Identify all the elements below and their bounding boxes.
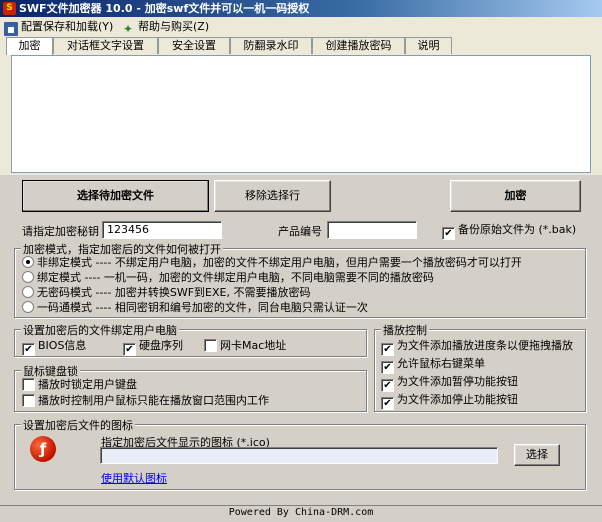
menu-config[interactable]: ▪ 配置保存和加载(Y) [4, 19, 113, 36]
menu-bar: ▪ 配置保存和加载(Y) ✦ 帮助与购买(Z) [0, 17, 602, 36]
mode-option-nopassword[interactable]: 无密码模式 ---- 加密并转换SWF到EXE, 不需要播放密码 [22, 286, 310, 300]
mode-option-unbound[interactable]: 非绑定模式 ---- 不绑定用户电脑，加密的文件不绑定用户电脑，但用户需要一个播… [22, 256, 522, 270]
flash-icon: ƒ [30, 436, 56, 462]
status-bar: Powered By China-DRM.com [0, 505, 602, 522]
checkbox-box: ✔ [442, 227, 455, 240]
play-legend: 播放控制 [381, 322, 429, 338]
tab-security[interactable]: 安全设置 [158, 37, 230, 54]
remove-selected-button[interactable]: 移除选择行 [214, 180, 331, 212]
encrypt-button[interactable]: 加密 [450, 180, 581, 212]
bind-bios-checkbox[interactable]: ✔ BIOS信息 [22, 339, 86, 356]
radio-button [22, 301, 34, 313]
product-label: 产品编号 [278, 225, 322, 238]
bind-mac-checkbox[interactable]: 网卡Mac地址 [204, 339, 286, 353]
window-title: SWF文件加密器 10.0 - 加密swf文件并可以一机一码授权 [19, 2, 310, 15]
bind-disk-checkbox[interactable]: ✔ 硬盘序列 [123, 339, 183, 356]
pause-button-checkbox[interactable]: ✔ 为文件添加暂停功能按钮 [381, 375, 518, 392]
tab-play-password[interactable]: 创建播放密码 [312, 37, 405, 54]
file-list[interactable] [11, 55, 591, 173]
checkbox-box: ✔ [381, 361, 394, 374]
limit-mouse-checkbox[interactable]: 播放时控制用户鼠标只能在播放窗口范围内工作 [22, 394, 269, 408]
tab-dialog-text[interactable]: 对话框文字设置 [53, 37, 158, 54]
tab-watermark[interactable]: 防翻录水印 [230, 37, 312, 54]
key-label: 请指定加密秘钥 [22, 225, 99, 238]
right-click-checkbox[interactable]: ✔ 允许鼠标右键菜单 [381, 357, 485, 374]
key-input[interactable]: 123456 [102, 221, 222, 239]
product-input[interactable] [327, 221, 417, 239]
progress-bar-checkbox[interactable]: ✔ 为文件添加播放进度条以便拖拽播放 [381, 339, 573, 356]
floppy-icon: ▪ [4, 22, 18, 36]
mode-legend: 加密模式，指定加密后的文件如何被打开 [21, 241, 223, 257]
radio-button [22, 286, 34, 298]
bind-legend: 设置加密后的文件绑定用户电脑 [21, 322, 179, 338]
choose-icon-button[interactable]: 选择 [514, 444, 560, 466]
icon-path-input[interactable] [100, 447, 498, 464]
checkbox-box: ✔ [381, 379, 394, 392]
checkbox-box [22, 394, 35, 407]
checkbox-box: ✔ [381, 397, 394, 410]
mode-option-bound[interactable]: 绑定模式 ---- 一机一码，加密的文件绑定用户电脑，不同电脑需要不同的播放密码 [22, 271, 434, 285]
help-icon: ✦ [122, 22, 134, 36]
radio-button [22, 256, 34, 268]
checkbox-box: ✔ [22, 343, 35, 356]
footer-text: Powered By China-DRM.com [228, 507, 374, 518]
select-files-button[interactable]: 选择待加密文件 [22, 180, 209, 212]
app-icon: S [3, 2, 16, 15]
backup-checkbox[interactable]: ✔ 备份原始文件为 (*.bak) [442, 223, 576, 240]
tab-readme[interactable]: 说明 [405, 37, 452, 54]
menu-help[interactable]: ✦ 帮助与购买(Z) [121, 19, 209, 36]
tab-strip: 加密 对话框文字设置 安全设置 防翻录水印 创建播放密码 说明 [0, 37, 602, 55]
title-bar[interactable]: S SWF文件加密器 10.0 - 加密swf文件并可以一机一码授权 [0, 0, 602, 17]
stop-button-checkbox[interactable]: ✔ 为文件添加停止功能按钮 [381, 393, 518, 410]
icon-legend: 设置加密后文件的图标 [21, 417, 135, 433]
checkbox-box [204, 339, 217, 352]
radio-button [22, 271, 34, 283]
tab-encrypt[interactable]: 加密 [6, 37, 53, 55]
kb-legend: 鼠标键盘锁 [21, 363, 80, 379]
checkbox-box: ✔ [381, 343, 394, 356]
lock-keyboard-checkbox[interactable]: 播放时锁定用户键盘 [22, 378, 137, 392]
use-default-icon-link[interactable]: 使用默认图标 [101, 470, 167, 486]
checkbox-box: ✔ [123, 343, 136, 356]
checkbox-box [22, 378, 35, 391]
mode-option-onecode[interactable]: 一码通模式 ---- 相同密钥和编号加密的文件，同台电脑只需认证一次 [22, 301, 368, 315]
